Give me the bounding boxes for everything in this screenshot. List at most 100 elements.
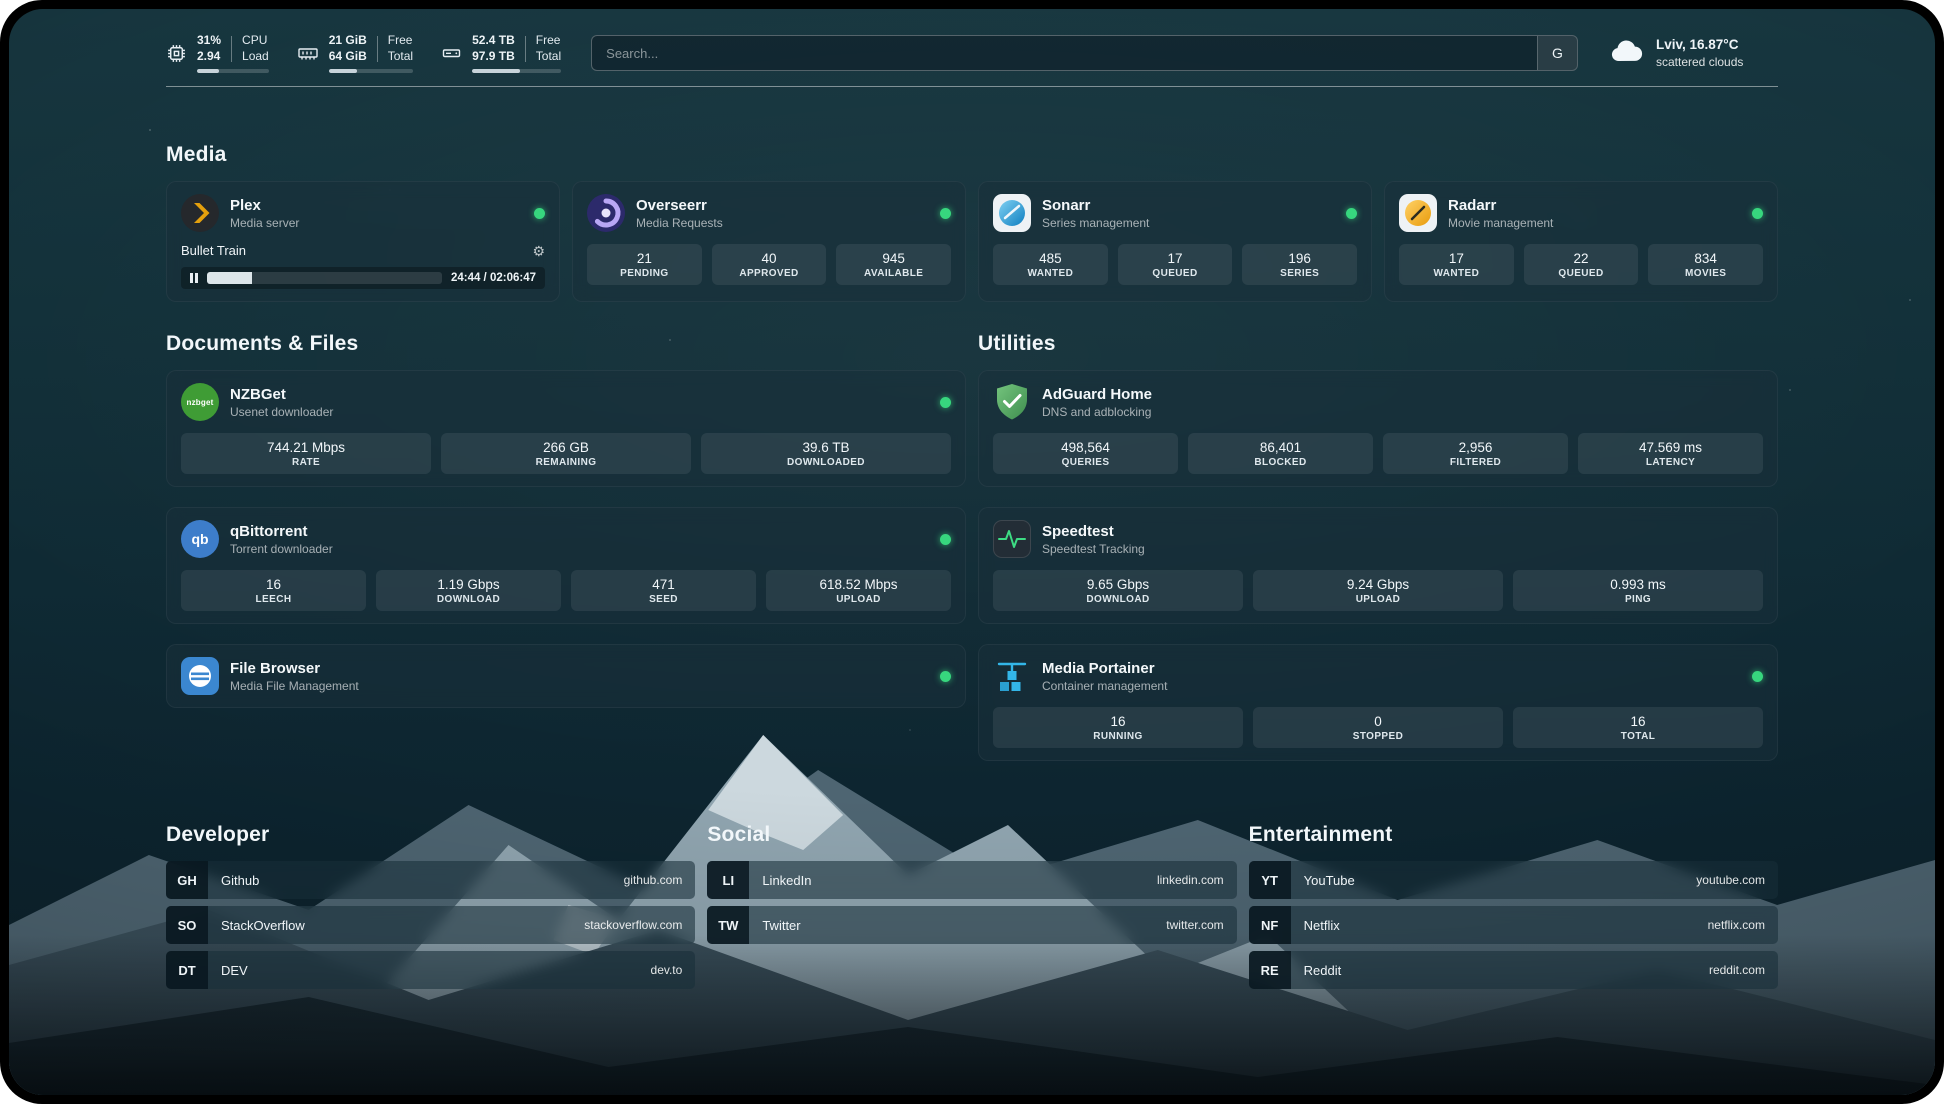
status-dot [940, 534, 951, 545]
bookmark-name: StackOverflow [221, 918, 305, 933]
app-name: NZBGet [230, 386, 333, 403]
app-name: File Browser [230, 660, 359, 677]
app-card-sonarr[interactable]: Sonarr Series management 485 WANTED [978, 181, 1372, 302]
speedtest-icon [993, 520, 1031, 558]
weather-location: Lviv, 16.87°C [1656, 36, 1743, 54]
playback-progress-track[interactable] [207, 272, 442, 284]
stat-rate: 744.21 Mbps RATE [181, 433, 431, 474]
bookmark-stackoverflow[interactable]: SO StackOverflow stackoverflow.com [166, 906, 695, 944]
stat-stopped: 0 STOPPED [1253, 707, 1503, 748]
stat-value: 618.52 Mbps [770, 577, 947, 592]
stat-value: 498,564 [997, 440, 1174, 455]
section-title-media: Media [166, 143, 1778, 167]
bookmark-reddit[interactable]: RE Reddit reddit.com [1249, 951, 1778, 989]
app-card-qbittorrent[interactable]: qb qBittorrent Torrent downloader 16 LEE… [166, 507, 966, 624]
gear-icon[interactable]: ⚙ [532, 244, 545, 258]
stat-queued: 17 QUEUED [1118, 244, 1233, 285]
stat-value: 16 [997, 714, 1239, 729]
status-dot [940, 671, 951, 682]
stat-value: 16 [185, 577, 362, 592]
search-engine-button[interactable]: G [1537, 36, 1577, 70]
stat-value: 0.993 ms [1517, 577, 1759, 592]
app-card-nzbget[interactable]: nzbget NZBGet Usenet downloader 744.21 M… [166, 370, 966, 487]
section-title-developer: Developer [166, 823, 695, 847]
bookmark-abbr: GH [166, 861, 208, 899]
disk-widget: 52.4 TB 97.9 TB Free Total [441, 33, 561, 73]
bookmark-name: Reddit [1304, 963, 1342, 978]
stat-label: STOPPED [1257, 731, 1499, 742]
stat-value: 22 [1528, 251, 1635, 266]
bookmarks-entertainment: Entertainment YT YouTube youtube.com NF … [1249, 823, 1778, 996]
dashboard: 31% 2.94 CPU Load [9, 9, 1935, 1095]
widget-divider [377, 36, 378, 62]
bookmark-url: reddit.com [1709, 963, 1765, 977]
qbittorrent-icon: qb [181, 520, 219, 558]
disk-label-bottom: Total [536, 49, 561, 65]
stat-download: 9.65 Gbps DOWNLOAD [993, 570, 1243, 611]
section-media: Media Plex Media server [166, 143, 1778, 302]
stat-value: 47.569 ms [1582, 440, 1759, 455]
stat-upload: 9.24 Gbps UPLOAD [1253, 570, 1503, 611]
stat-label: REMAINING [445, 457, 687, 468]
bookmark-name: Twitter [762, 918, 800, 933]
stat-label: RUNNING [997, 731, 1239, 742]
status-dot [1752, 208, 1763, 219]
stat-upload: 618.52 Mbps UPLOAD [766, 570, 951, 611]
bookmark-dev[interactable]: DT DEV dev.to [166, 951, 695, 989]
stat-label: DOWNLOAD [380, 594, 557, 605]
bookmark-abbr: NF [1249, 906, 1291, 944]
section-title-utilities: Utilities [978, 332, 1778, 356]
memory-widget: 21 GiB 64 GiB Free Total [297, 33, 413, 73]
app-card-radarr[interactable]: Radarr Movie management 17 WANTED 2 [1384, 181, 1778, 302]
stat-value: 21 [591, 251, 698, 266]
stat-approved: 40 APPROVED [712, 244, 827, 285]
playback-progress-fill [207, 272, 252, 284]
stat-wanted: 485 WANTED [993, 244, 1108, 285]
app-subtitle: DNS and adblocking [1042, 405, 1152, 419]
cpu-widget: 31% 2.94 CPU Load [166, 33, 269, 73]
widget-divider [231, 36, 232, 62]
playback-time: 24:44 / 02:06:47 [451, 272, 536, 284]
stat-queries: 498,564 QUERIES [993, 433, 1178, 474]
stat-filtered: 2,956 FILTERED [1383, 433, 1568, 474]
stat-value: 266 GB [445, 440, 687, 455]
app-card-overseerr[interactable]: Overseerr Media Requests 21 PENDING [572, 181, 966, 302]
app-name: qBittorrent [230, 523, 333, 540]
bookmark-twitter[interactable]: TW Twitter twitter.com [707, 906, 1236, 944]
stat-value: 9.65 Gbps [997, 577, 1239, 592]
bookmark-youtube[interactable]: YT YouTube youtube.com [1249, 861, 1778, 899]
cpu-icon [166, 43, 187, 64]
pause-button[interactable] [190, 273, 198, 283]
app-card-plex[interactable]: Plex Media server Bullet Train ⚙ [166, 181, 560, 302]
bookmark-abbr: LI [707, 861, 749, 899]
app-card-portainer[interactable]: Media Portainer Container management 16 … [978, 644, 1778, 761]
stat-label: UPLOAD [1257, 594, 1499, 605]
bookmark-name: Github [221, 873, 259, 888]
app-card-adguard[interactable]: AdGuard Home DNS and adblocking 498,564 … [978, 370, 1778, 487]
search-bar[interactable]: G [591, 35, 1578, 71]
plex-icon [181, 194, 219, 232]
app-subtitle: Speedtest Tracking [1042, 542, 1145, 556]
stat-leech: 16 LEECH [181, 570, 366, 611]
disk-progress-track [472, 69, 561, 73]
stat-label: MOVIES [1652, 268, 1759, 279]
stat-label: QUERIES [997, 457, 1174, 468]
bookmark-github[interactable]: GH Github github.com [166, 861, 695, 899]
app-card-speedtest[interactable]: Speedtest Speedtest Tracking 9.65 Gbps D… [978, 507, 1778, 624]
stat-label: LEECH [185, 594, 362, 605]
stat-value: 17 [1122, 251, 1229, 266]
bookmark-linkedin[interactable]: LI LinkedIn linkedin.com [707, 861, 1236, 899]
bookmark-abbr: SO [166, 906, 208, 944]
bookmark-netflix[interactable]: NF Netflix netflix.com [1249, 906, 1778, 944]
section-title-social: Social [707, 823, 1236, 847]
stat-downloaded: 39.6 TB DOWNLOADED [701, 433, 951, 474]
stat-movies: 834 MOVIES [1648, 244, 1763, 285]
app-subtitle: Container management [1042, 679, 1167, 693]
stat-queued: 22 QUEUED [1524, 244, 1639, 285]
header-divider [166, 86, 1778, 87]
app-card-filebrowser[interactable]: File Browser Media File Management [166, 644, 966, 708]
status-dot [1346, 208, 1357, 219]
memory-icon [297, 43, 319, 63]
search-input[interactable] [592, 36, 1537, 70]
bookmark-name: Netflix [1304, 918, 1340, 933]
